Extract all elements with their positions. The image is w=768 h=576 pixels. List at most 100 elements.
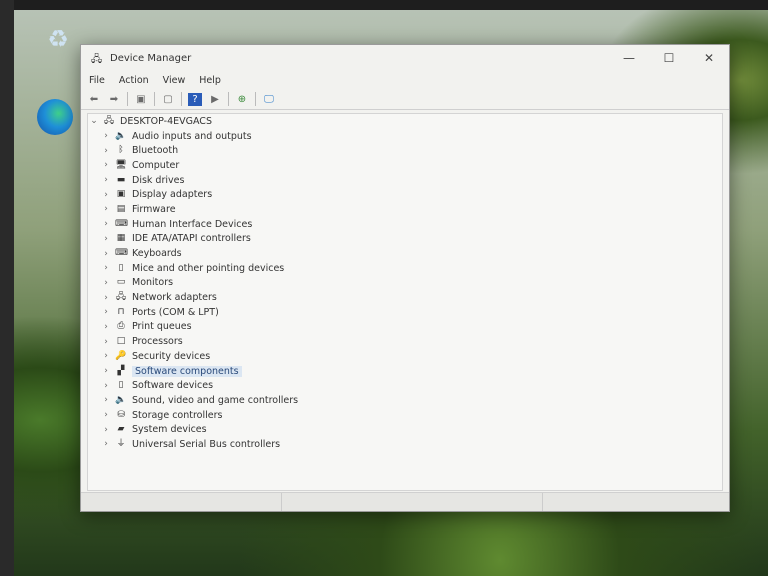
help-icon[interactable]: ? bbox=[188, 92, 202, 106]
edge-icon[interactable] bbox=[37, 99, 73, 135]
divider bbox=[228, 92, 229, 106]
tree-item[interactable]: › ▯ Mice and other pointing devices bbox=[88, 261, 722, 276]
monitor-bezel-left bbox=[0, 0, 14, 576]
device-category-icon: 🖧 bbox=[115, 292, 127, 303]
properties-icon[interactable]: ▣ bbox=[134, 93, 148, 106]
tree-item[interactable]: › ▞ Software components bbox=[88, 364, 722, 379]
chevron-right-icon[interactable]: › bbox=[100, 322, 112, 332]
chevron-right-icon[interactable]: › bbox=[100, 307, 112, 317]
device-category-icon: ᛒ bbox=[118, 145, 124, 156]
tree-item[interactable]: › ▭ Monitors bbox=[88, 276, 722, 291]
tree-item[interactable]: › ⊓ Ports (COM & LPT) bbox=[88, 305, 722, 320]
tree-item[interactable]: › 🖧 Network adapters bbox=[88, 290, 722, 305]
chevron-right-icon[interactable]: › bbox=[100, 381, 112, 391]
chevron-right-icon[interactable]: › bbox=[100, 395, 112, 405]
tree-item[interactable]: › ▣ Display adapters bbox=[88, 187, 722, 202]
tree-root[interactable]: ⌄ 🖧 DESKTOP-4EVGACS bbox=[88, 114, 722, 129]
chevron-right-icon[interactable]: › bbox=[100, 278, 112, 288]
chevron-right-icon[interactable]: › bbox=[100, 234, 112, 244]
device-tree: ⌄ 🖧 DESKTOP-4EVGACS › 🔈 Audio inputs and o… bbox=[87, 113, 723, 491]
device-category-icon: 🔈 bbox=[115, 394, 127, 405]
menu-view[interactable]: View bbox=[163, 75, 186, 86]
update-driver-icon[interactable]: ⊕ bbox=[235, 93, 249, 106]
chevron-right-icon[interactable]: › bbox=[100, 410, 112, 420]
chevron-right-icon[interactable]: › bbox=[100, 190, 112, 200]
tree-item[interactable]: › ⎙ Print queues bbox=[88, 320, 722, 335]
scan-icon[interactable]: ▢ bbox=[161, 93, 175, 106]
chevron-right-icon[interactable]: › bbox=[100, 425, 112, 435]
divider bbox=[181, 92, 182, 106]
tree-item[interactable]: › 🔈 Audio inputs and outputs bbox=[88, 129, 722, 144]
back-icon[interactable]: ⬅ bbox=[87, 93, 101, 106]
tree-item[interactable]: › ▤ Firmware bbox=[88, 202, 722, 217]
tree-item-label: Security devices bbox=[132, 350, 211, 362]
tree-item-label: IDE ATA/ATAPI controllers bbox=[132, 233, 251, 245]
tree-item[interactable]: › 🖥 Computer bbox=[88, 158, 722, 173]
device-category-icon: 🔈 bbox=[115, 130, 127, 141]
tree-item[interactable]: › □ Processors bbox=[88, 334, 722, 349]
tree-item-label: Firmware bbox=[132, 203, 176, 215]
minimize-button[interactable]: — bbox=[609, 51, 649, 65]
window-title: Device Manager bbox=[110, 52, 192, 64]
monitor-bezel-top bbox=[0, 0, 768, 10]
device-category-icon: ▞ bbox=[117, 365, 125, 376]
tree-item-label: Software devices bbox=[132, 380, 214, 392]
tree-item-label: Processors bbox=[132, 336, 183, 348]
chevron-down-icon[interactable]: ⌄ bbox=[88, 116, 100, 126]
title-bar: 🖧 Device Manager — ☐ ✕ bbox=[81, 45, 729, 71]
chevron-right-icon[interactable]: › bbox=[100, 219, 112, 229]
tree-item-label: Audio inputs and outputs bbox=[132, 130, 252, 142]
menu-action[interactable]: Action bbox=[119, 75, 149, 86]
tree-item-label: Network adapters bbox=[132, 292, 217, 304]
device-category-icon: ⛁ bbox=[117, 409, 125, 420]
tree-item-label: Print queues bbox=[132, 321, 192, 333]
device-category-icon: ▯ bbox=[118, 380, 124, 391]
tree-item[interactable]: › ⏚ Universal Serial Bus controllers bbox=[88, 437, 722, 452]
maximize-button[interactable]: ☐ bbox=[649, 51, 689, 65]
chevron-right-icon[interactable]: › bbox=[100, 263, 112, 273]
chevron-right-icon[interactable]: › bbox=[100, 160, 112, 170]
device-manager-window: 🖧 Device Manager — ☐ ✕ File Action View … bbox=[80, 44, 730, 512]
tree-item[interactable]: › 🔑 Security devices bbox=[88, 349, 722, 364]
device-category-icon: ⌨ bbox=[115, 248, 128, 259]
tree-item[interactable]: › ▦ IDE ATA/ATAPI controllers bbox=[88, 232, 722, 247]
chevron-right-icon[interactable]: › bbox=[100, 249, 112, 259]
tree-item[interactable]: › ⌨ Human Interface Devices bbox=[88, 217, 722, 232]
tree-item[interactable]: › ᛒ Bluetooth bbox=[88, 143, 722, 158]
tree-item-label: Ports (COM & LPT) bbox=[132, 306, 219, 318]
monitor-icon[interactable]: 🖵 bbox=[262, 93, 276, 106]
tree-item[interactable]: › ▯ Software devices bbox=[88, 378, 722, 393]
forward-icon[interactable]: ➡ bbox=[107, 93, 121, 106]
tree-item-label: Universal Serial Bus controllers bbox=[132, 438, 281, 450]
chevron-right-icon[interactable]: › bbox=[100, 175, 112, 185]
run-icon[interactable]: ▶ bbox=[208, 93, 222, 106]
chevron-right-icon[interactable]: › bbox=[100, 337, 112, 347]
tree-item-label: Disk drives bbox=[132, 174, 185, 186]
chevron-right-icon[interactable]: › bbox=[100, 293, 112, 303]
recycle-bin-icon[interactable]: ♻ bbox=[41, 22, 75, 56]
device-category-icon: ⌨ bbox=[115, 218, 128, 229]
close-button[interactable]: ✕ bbox=[689, 51, 729, 65]
device-category-icon: ⊓ bbox=[117, 306, 125, 317]
chevron-right-icon[interactable]: › bbox=[100, 146, 112, 156]
device-category-icon: □ bbox=[116, 336, 126, 347]
menu-help[interactable]: Help bbox=[199, 75, 221, 86]
tree-item-label: Bluetooth bbox=[132, 145, 179, 157]
tree-item[interactable]: › 🔈 Sound, video and game controllers bbox=[88, 393, 722, 408]
chevron-right-icon[interactable]: › bbox=[100, 351, 112, 361]
chevron-right-icon[interactable]: › bbox=[100, 131, 112, 141]
toolbar: ⬅ ➡ ▣ ▢ ? ▶ ⊕ 🖵 bbox=[81, 89, 729, 110]
tree-item[interactable]: › ▰ System devices bbox=[88, 422, 722, 437]
device-category-icon: ▤ bbox=[116, 203, 126, 214]
tree-item[interactable]: › ⌨ Keyboards bbox=[88, 246, 722, 261]
chevron-right-icon[interactable]: › bbox=[100, 204, 112, 214]
tree-item-label: Human Interface Devices bbox=[132, 218, 253, 230]
tree-item[interactable]: › ⛁ Storage controllers bbox=[88, 408, 722, 423]
menu-file[interactable]: File bbox=[89, 75, 105, 86]
device-category-icon: ▬ bbox=[116, 174, 126, 185]
chevron-right-icon[interactable]: › bbox=[100, 439, 112, 449]
tree-item[interactable]: › ▬ Disk drives bbox=[88, 173, 722, 188]
device-category-icon: 🖥 bbox=[115, 159, 127, 170]
tree-item-label: Storage controllers bbox=[132, 409, 223, 421]
chevron-right-icon[interactable]: › bbox=[100, 366, 112, 376]
